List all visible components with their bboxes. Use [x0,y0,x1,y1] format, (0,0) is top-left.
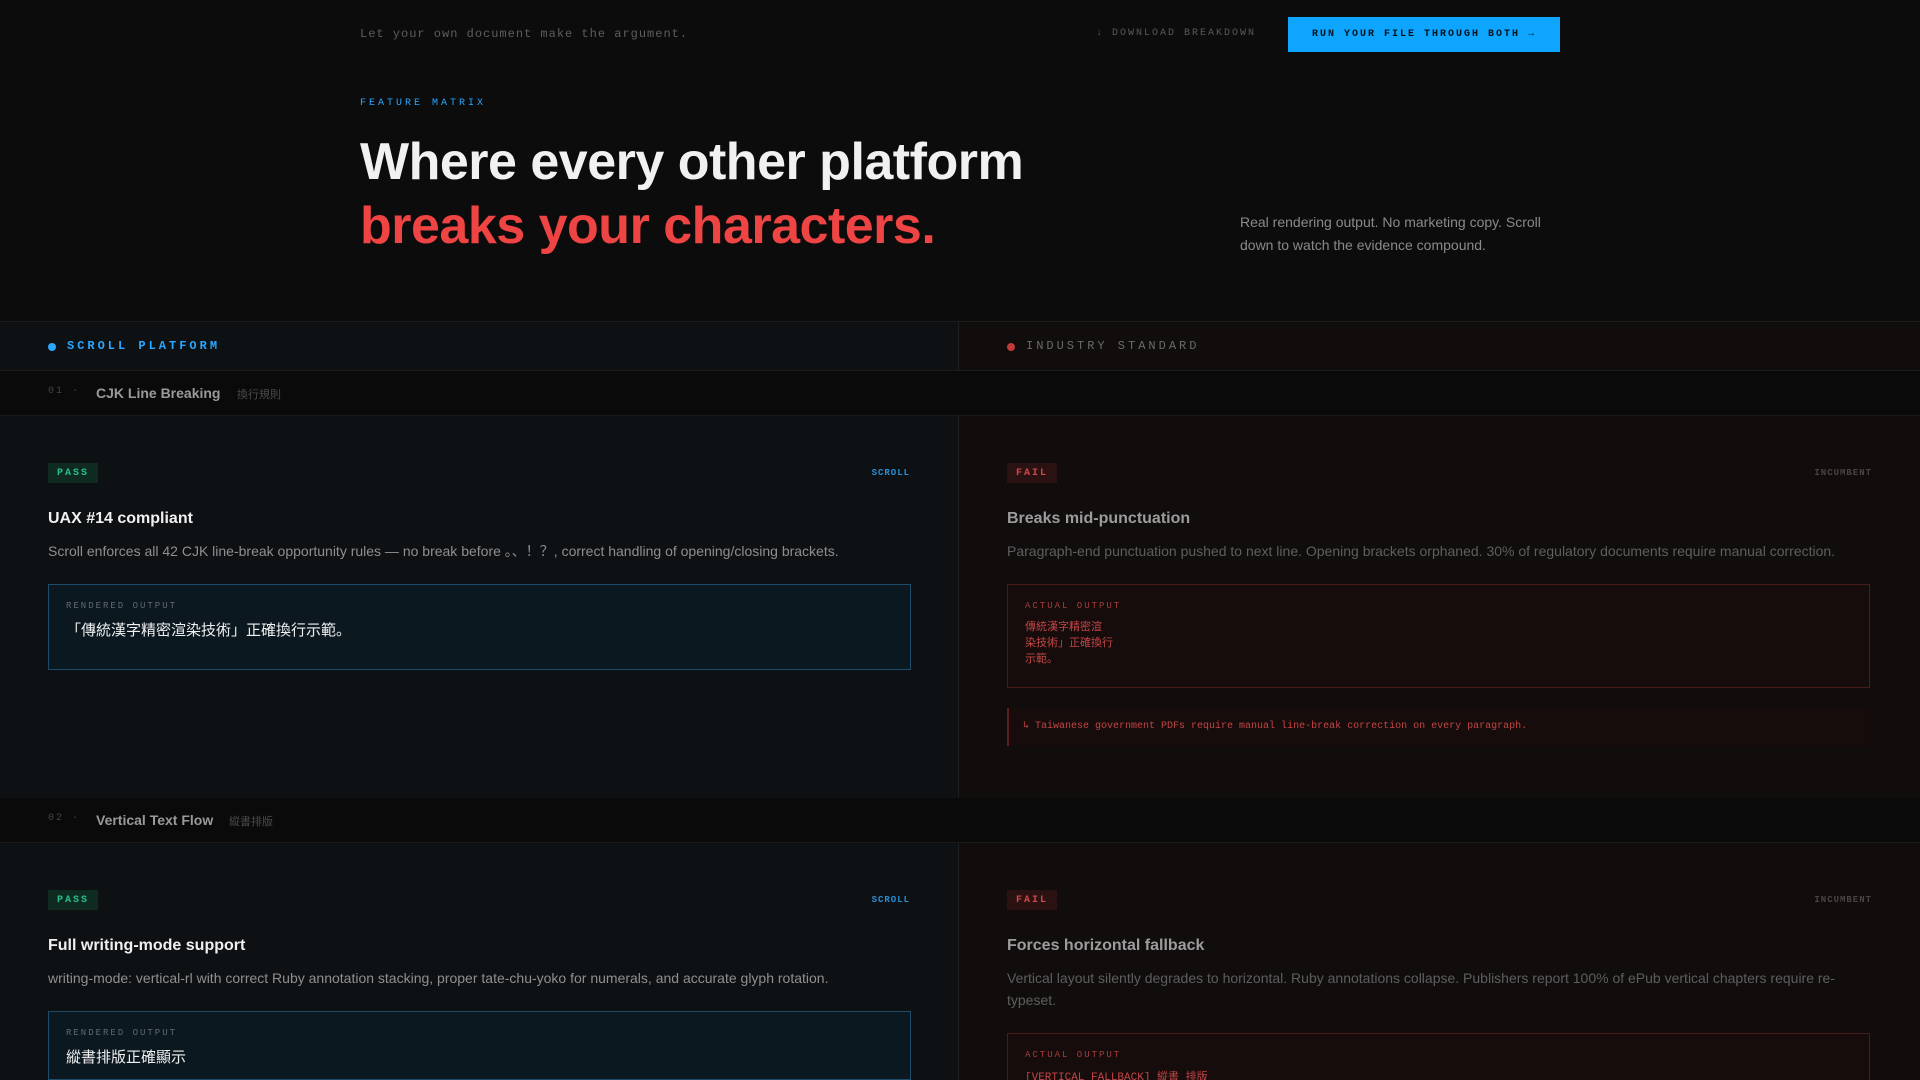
top-bar: Let your own document make the argument.… [360,17,1560,52]
output-line: 染技術」正確換行 [1025,637,1113,649]
tagline: Let your own document make the argument. [360,27,689,41]
card-tag: INCUMBENT [1814,468,1872,478]
card-scroll-line-breaking: PASS SCROLL UAX #14 compliant Scroll enf… [0,416,959,798]
section-number: 01 · [48,386,81,397]
section-title: Vertical Text Flow [96,812,214,828]
card-title: UAX #14 compliant [48,510,193,527]
column-label-scroll: SCROLL PLATFORM [67,339,221,353]
hero-description: Real rendering output. No marketing copy… [1240,214,1541,253]
output-label: RENDERED OUTPUT [66,601,178,611]
section-title: CJK Line Breaking [96,385,221,401]
output-text: [VERTICAL FALLBACK] 縱書 排版 [1025,1072,1208,1080]
card-title: Breaks mid-punctuation [1007,510,1191,527]
card-title: Forces horizontal fallback [1007,937,1205,954]
industry-dot-icon [1007,343,1015,351]
rendered-output-box: RENDERED OUTPUT 縱書排版正確顯示 [48,1011,911,1080]
output-label: RENDERED OUTPUT [66,1028,178,1038]
run-file-button[interactable]: RUN YOUR FILE THROUGH BOTH → [1288,17,1560,52]
column-header-scroll: SCROLL PLATFORM [0,321,959,371]
card-tag: SCROLL [871,468,910,478]
fail-badge: FAIL [1007,463,1058,483]
section-row-line-breaking: 01 · CJK Line Breaking 換行規則 [0,371,1920,416]
output-label: ACTUAL OUTPUT [1025,601,1122,611]
card-description: writing-mode: vertical-rl with correct R… [48,970,829,986]
section-subtitle: 換行規則 [237,389,281,401]
card-industry-vertical-text: FAIL INCUMBENT Forces horizontal fallbac… [959,843,1920,1080]
card-title: Full writing-mode support [48,937,246,954]
hero-title-line2: breaks your characters. [360,197,936,255]
section-number: 02 · [48,813,81,824]
fail-badge: FAIL [1007,890,1058,910]
hero-title-line1: Where every other platform [360,133,1024,191]
hero-eyebrow: FEATURE MATRIX [360,98,487,109]
column-header-industry: INDUSTRY STANDARD [959,321,1920,371]
output-text: 傳統漢字精密渲 染技術」正確換行 示範。 [1025,619,1852,667]
column-label-industry: INDUSTRY STANDARD [1026,339,1200,353]
section-row-vertical-text: 02 · Vertical Text Flow 縱書排版 [0,798,1920,843]
actual-output-box: ACTUAL OUTPUT [VERTICAL FALLBACK] 縱書 排版 [1007,1033,1870,1080]
hero-title: Where every other platform breaks your c… [360,130,1024,258]
pass-badge: PASS [48,890,99,910]
actual-output-box: ACTUAL OUTPUT 傳統漢字精密渲 染技術」正確換行 示範。 [1007,584,1870,688]
card-scroll-vertical-text: PASS SCROLL Full writing-mode support wr… [0,843,959,1080]
warning-note: ↳ Taiwanese government PDFs require manu… [1007,708,1870,746]
pass-badge: PASS [48,463,99,483]
card-description: Vertical layout silently degrades to hor… [1007,970,1836,1008]
card-description: Scroll enforces all 42 CJK line-break op… [48,543,839,559]
output-line: 傳統漢字精密渲 [1025,621,1102,633]
download-breakdown-link[interactable]: ↓ DOWNLOAD BREAKDOWN [1096,28,1256,39]
output-label: ACTUAL OUTPUT [1025,1050,1122,1060]
rendered-output-box: RENDERED OUTPUT 「傳統漢字精密渲染技術」正確換行示範。 [48,584,911,670]
card-industry-line-breaking: FAIL INCUMBENT Breaks mid-punctuation Pa… [959,416,1920,798]
output-text: 「傳統漢字精密渲染技術」正確換行示範。 [66,622,352,639]
card-description: Paragraph-end punctuation pushed to next… [1007,543,1836,559]
section-subtitle: 縱書排版 [229,816,273,828]
output-line: 示範。 [1025,653,1058,665]
card-tag: INCUMBENT [1814,895,1872,905]
output-text: 縱書排版正確顯示 [66,1049,187,1066]
scroll-dot-icon [48,343,56,351]
card-tag: SCROLL [871,895,910,905]
